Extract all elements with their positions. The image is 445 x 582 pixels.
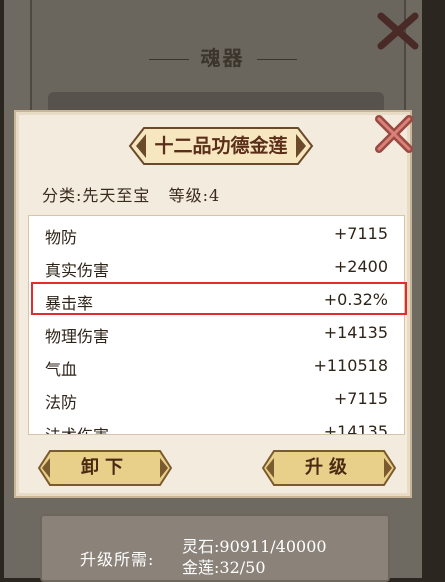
category-level-line: 分类:先天至宝 等级:4 [42,186,221,205]
stat-value: +14135 [323,323,388,342]
stat-row: 真实伤害 +2400 [29,251,404,284]
stat-value: +110518 [313,356,388,375]
stat-value: +14135 [323,422,388,435]
stat-value: +2400 [333,257,388,276]
golden-lotus-requirement: 金莲:32/50 [182,558,266,577]
upgrade-requirement-box: 升级所需: 灵石:90911/40000 金莲:32/50 [40,514,390,582]
item-title: 十二品功德金莲 [154,135,288,157]
stat-name: 气血 [45,360,78,379]
stat-value: +7115 [333,224,388,243]
stat-row: 气血 +110518 [29,350,404,383]
stat-value: +7115 [333,389,388,408]
close-icon[interactable] [372,112,416,156]
unequip-label: 卸下 [81,457,129,478]
background-close-icon [377,12,419,50]
requirement-label: 升级所需: [80,550,155,569]
stat-value: +0.32% [323,290,388,309]
stat-row: 物理伤害 +14135 [29,317,404,350]
stat-row: 法防 +7115 [29,383,404,416]
stat-name: 法防 [45,393,78,412]
stat-name: 法术伤害 [45,422,109,434]
upgrade-label: 升级 [305,457,353,478]
upgrade-button[interactable]: 升级 [262,450,396,486]
stat-name: 真实伤害 [45,261,110,280]
stat-row: 法术伤害 +14135 [29,416,404,435]
stat-row: 暴击率 +0.32% [29,284,404,317]
unequip-button[interactable]: 卸下 [38,450,172,486]
stat-name: 物防 [45,228,78,247]
stat-name: 物理伤害 [45,327,110,346]
requirement-values: 灵石:90911/40000 金莲:32/50 [182,536,327,578]
spirit-stone-requirement: 灵石:90911/40000 [182,537,327,556]
stat-name: 暴击率 [45,294,94,313]
stat-row: 物防 +7115 [29,218,404,251]
stats-list[interactable]: 物防 +7115 真实伤害 +2400 暴击率 +0.32% 物理伤害 +141… [28,215,405,435]
